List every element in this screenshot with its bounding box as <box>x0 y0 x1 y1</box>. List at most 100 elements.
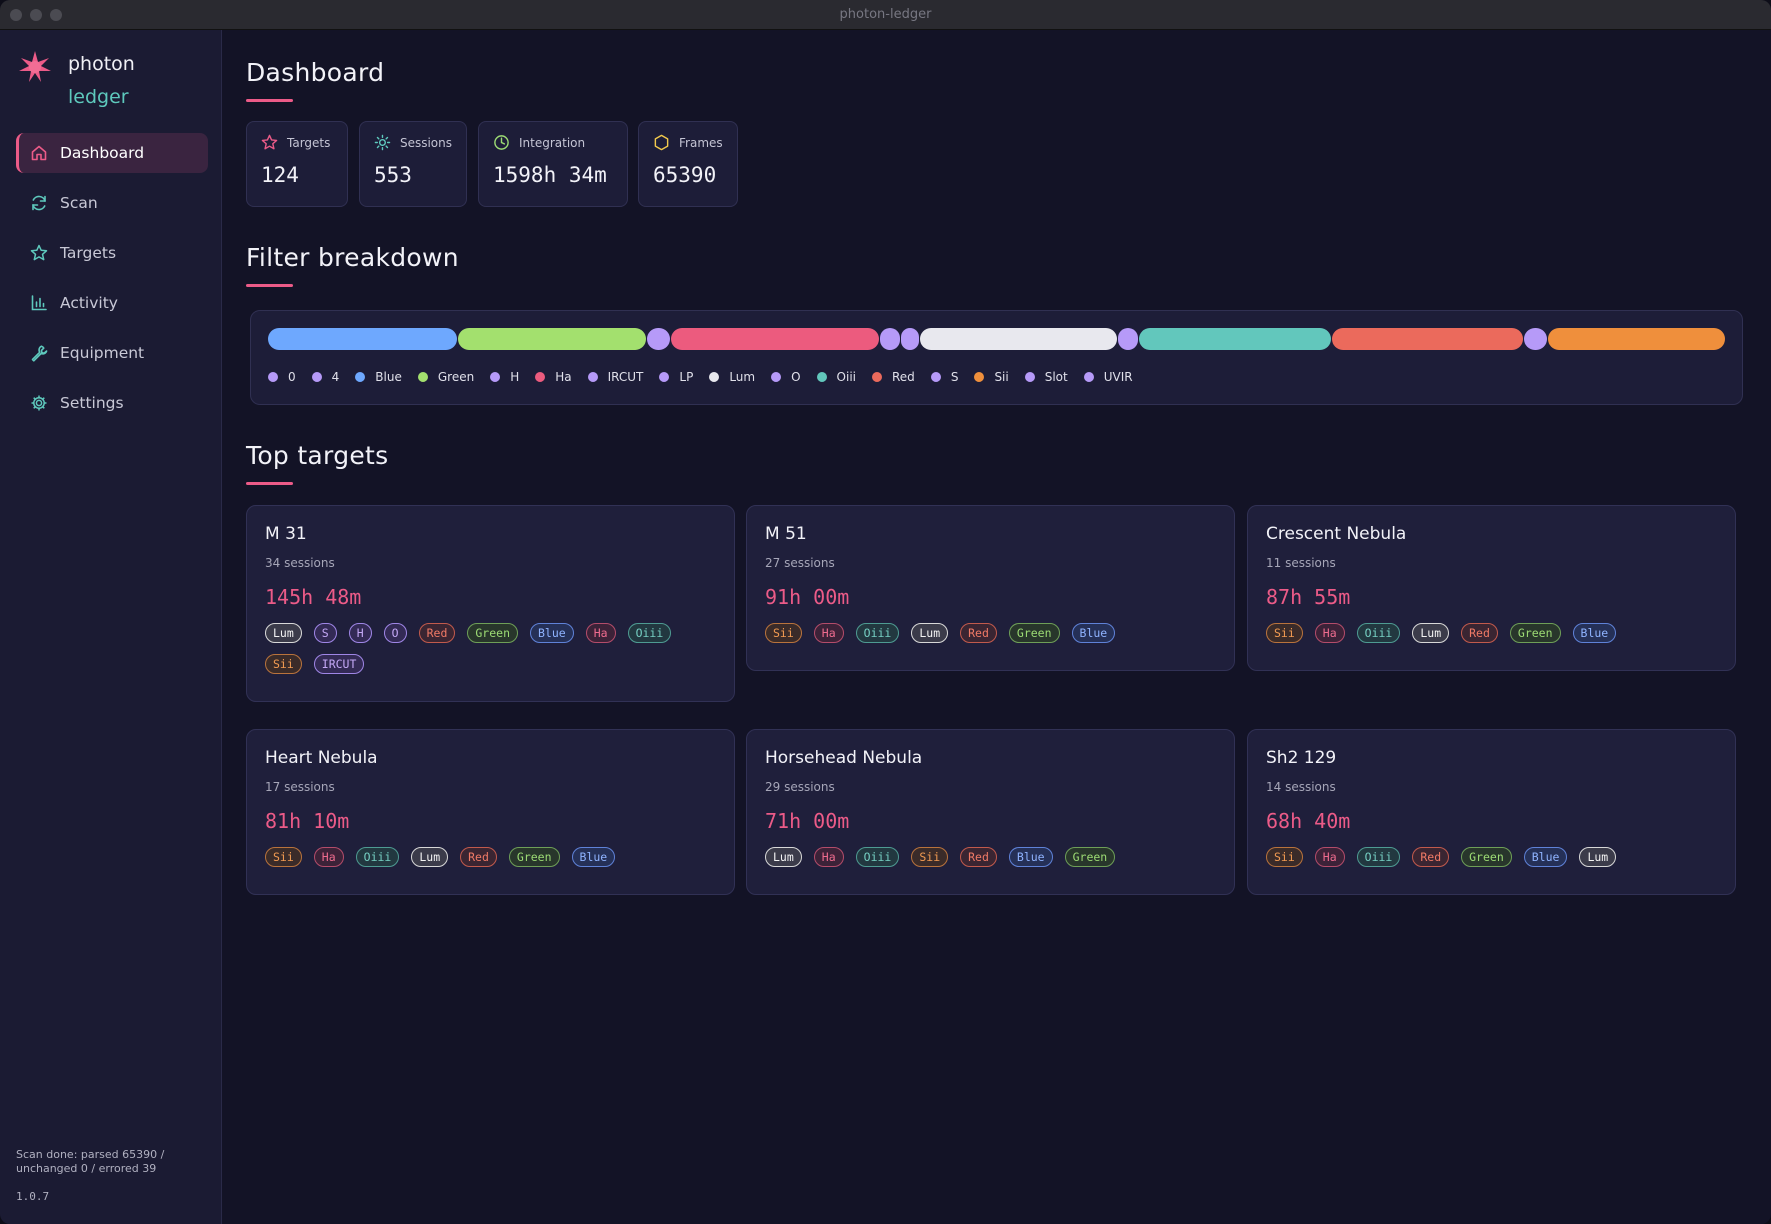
filter-chip: Red <box>1412 847 1450 867</box>
legend-item: 0 <box>268 370 296 384</box>
filter-chip: Lum <box>265 623 302 643</box>
close-window-button[interactable] <box>10 9 22 21</box>
filter-chip: Oiii <box>1356 623 1401 643</box>
filter-chip: H <box>348 623 372 643</box>
filter-chip: Ha <box>585 623 616 643</box>
sidebar-nav: Dashboard Scan Targets Activity Equipmen… <box>16 133 208 433</box>
filter-chip: Sii <box>765 623 802 643</box>
minimize-window-button[interactable] <box>30 9 42 21</box>
target-sessions: 14 sessions <box>1266 780 1336 794</box>
home-icon <box>31 145 47 161</box>
filter-chip: Sii <box>911 847 949 867</box>
legend-dot-icon <box>659 372 670 382</box>
target-card[interactable]: Heart Nebula 17 sessions 81h 10m Sii Ha Oiii L… <box>246 729 735 895</box>
filter-chip: Oiii <box>1356 847 1401 867</box>
filter-chip: Ha <box>813 847 844 867</box>
legend-item: Lum <box>709 370 755 384</box>
filter-breakdown-panel: 0 4 Blue Green H Ha IRCUT LP Lum O Oiii Red S Sii Slot… <box>250 310 1743 405</box>
filter-chip: Oiii <box>855 847 900 867</box>
hexagon-icon <box>654 134 669 151</box>
filter-chip: Sii <box>265 847 302 867</box>
target-sessions: 27 sessions <box>765 556 835 570</box>
filter-segment-sii <box>1548 328 1725 350</box>
target-card[interactable]: Sh2 129 14 sessions 68h 40m Sii Ha Oiii Red Gre… <box>1247 729 1736 895</box>
wrench-icon <box>31 345 48 362</box>
filter-segment-o <box>1117 328 1139 350</box>
filter-chip: Red <box>418 623 456 643</box>
filter-segment-lp <box>900 328 919 350</box>
filter-chip-list: Sii Ha Oiii Lum Red Green Blue <box>765 623 1195 654</box>
legend-dot-icon <box>311 372 322 382</box>
filter-chip-list: Sii Ha Oiii Lum Red Green Blue <box>1266 623 1696 654</box>
target-sessions: 34 sessions <box>265 556 335 570</box>
bar-chart-icon <box>31 295 47 311</box>
gear-icon <box>31 395 47 411</box>
filter-chip-list: Sii Ha Oiii Lum Red Green Blue <box>265 847 695 878</box>
stat-value: 1598h 34m <box>493 163 607 187</box>
legend-label: S <box>950 370 959 384</box>
legend-item: Sii <box>974 370 1009 384</box>
nav-item-equipment[interactable]: Equipment <box>16 333 208 373</box>
legend-label: Oiii <box>836 370 856 384</box>
filter-chip: S <box>313 623 337 643</box>
filter-chip: Blue <box>530 623 574 643</box>
target-card[interactable]: M 31 34 sessions 145h 48m Lum S H O Red Green Blu… <box>246 505 735 702</box>
filter-chip-list: Lum S H O Red Green Blue Ha Oiii Sii IRCUT <box>265 623 695 685</box>
legend-label: 0 <box>288 370 296 384</box>
nav-item-dashboard[interactable]: Dashboard <box>16 133 208 173</box>
nav-item-activity[interactable]: Activity <box>16 283 208 323</box>
legend-label: UVIR <box>1103 370 1133 384</box>
target-name: Sh2 129 <box>1266 748 1337 768</box>
nav-item-settings[interactable]: Settings <box>16 383 208 423</box>
refresh-icon <box>32 195 46 211</box>
legend-label: Ha <box>555 370 572 384</box>
stat-card-sessions: Sessions 553 <box>359 121 467 207</box>
legend-dot-icon <box>535 372 546 382</box>
target-card[interactable]: Crescent Nebula 11 sessions 87h 55m Sii Ha Oi… <box>1247 505 1736 671</box>
scan-status: Scan done: parsed 65390 / unchanged 0 / … <box>16 1148 165 1175</box>
legend-label: Sii <box>994 370 1009 384</box>
filter-segment-ha <box>671 328 879 350</box>
target-name: M 51 <box>765 524 807 544</box>
filter-chip: Green <box>1064 847 1116 867</box>
nav-item-label: Settings <box>60 394 124 412</box>
legend-label: Blue <box>375 370 402 384</box>
filter-chip-list: Lum Ha Oiii Sii Red Blue Green <box>765 847 1195 878</box>
nav-item-label: Scan <box>60 194 98 212</box>
filter-breakdown-heading: Filter breakdown <box>246 243 459 272</box>
target-integration: 91h 00m <box>765 585 850 609</box>
legend-label: Slot <box>1044 370 1068 384</box>
filter-chip: IRCUT <box>313 654 365 674</box>
filter-chip: Red <box>1461 623 1498 643</box>
stat-label: Integration <box>519 135 586 150</box>
window-controls <box>10 9 62 21</box>
legend-dot-icon <box>771 372 782 382</box>
filter-chip: Red <box>460 847 497 867</box>
stat-card-frames: Frames 65390 <box>638 121 738 207</box>
target-card[interactable]: M 51 27 sessions 91h 00m Sii Ha Oiii Lum Red Gre… <box>746 505 1235 671</box>
nav-item-label: Equipment <box>60 344 145 362</box>
target-sessions: 29 sessions <box>765 780 835 794</box>
main-content: Dashboard Targets 124 Sessions 553 Integ… <box>222 30 1771 1224</box>
legend-label: H <box>510 370 520 384</box>
legend-label: LP <box>679 370 694 384</box>
maximize-window-button[interactable] <box>50 9 62 21</box>
legend-label: Lum <box>729 370 756 384</box>
nav-item-scan[interactable]: Scan <box>16 183 208 223</box>
nav-item-targets[interactable]: Targets <box>16 233 208 273</box>
filter-chip: Oiii <box>627 623 672 643</box>
filter-segment-h <box>647 328 671 350</box>
top-targets-heading: Top targets <box>246 441 389 470</box>
legend-dot-icon <box>709 372 720 382</box>
target-card[interactable]: Horsehead Nebula 29 sessions 71h 00m Lum Ha O… <box>746 729 1235 895</box>
brand-name-line1: photon <box>68 53 135 75</box>
legend-item: LP <box>659 370 693 384</box>
filter-segment-green <box>457 328 647 350</box>
legend-dot-icon <box>417 372 428 382</box>
filter-chip: O <box>383 623 407 643</box>
nav-item-label: Dashboard <box>60 144 145 162</box>
filter-chip: Green <box>1008 623 1060 643</box>
window-title: photon-ledger <box>839 7 932 22</box>
stat-value: 553 <box>374 163 412 187</box>
sidebar: photon ledger Dashboard Scan Targets Act… <box>0 30 222 1224</box>
